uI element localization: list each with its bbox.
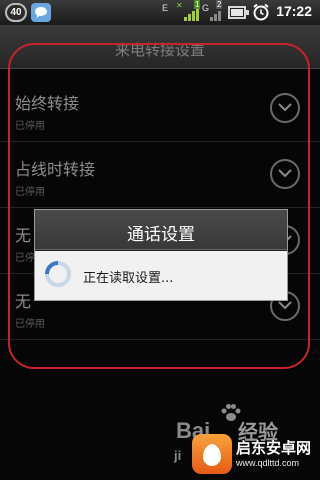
sim1-label: 1 — [194, 0, 201, 9]
chevron-down-icon[interactable] — [270, 93, 300, 123]
data-transfer-icon: ✕ — [176, 1, 183, 10]
dialog-message: 正在读取设置... — [83, 271, 174, 286]
dialog-title: 通话设置 — [127, 225, 195, 245]
network-type-2-label: G — [202, 3, 210, 13]
setting-row-busy-forward[interactable]: 占线时转接 已停用 — [0, 142, 320, 208]
title-bar: 来电转接设置 — [0, 25, 320, 69]
watermark: Bai 经验 ji 启东安卓网 www.qdlttd.com — [172, 396, 320, 480]
page-title: 来电转接设置 — [114, 41, 205, 59]
sim2-label: 2 — [216, 0, 223, 9]
clock-time: 17:22 — [276, 3, 312, 19]
watermark-url: www.qdlttd.com — [236, 458, 300, 468]
battery-icon — [228, 6, 249, 19]
setting-row-status: 已停用 — [15, 121, 45, 132]
setting-row-status: 已停用 — [15, 319, 45, 330]
setting-row-title: 无 — [15, 292, 32, 311]
setting-row-title: 无 — [15, 226, 32, 245]
watermark-brand: 启东安卓网 — [236, 439, 312, 457]
notification-count-badge[interactable]: 40 — [5, 3, 27, 22]
network-type-label: E — [162, 3, 169, 13]
chevron-down-icon[interactable] — [270, 159, 300, 189]
watermark-ji-text: ji — [174, 448, 182, 463]
setting-row-status: 已停用 — [15, 187, 45, 198]
chat-bubble-icon[interactable] — [31, 3, 51, 22]
brand-logo-icon — [192, 434, 232, 474]
loading-dialog: 通话设置 正在读取设置... — [34, 209, 288, 301]
dialog-body: 正在读取设置... — [35, 251, 287, 300]
loading-spinner-icon — [45, 261, 71, 287]
alarm-clock-icon — [253, 3, 269, 21]
status-bar: 40 E ✕ 1 G 2 17:22 — [0, 0, 320, 25]
setting-row-title: 占线时转接 — [15, 160, 96, 179]
setting-row-title: 始终转接 — [15, 94, 80, 113]
setting-row-always-forward[interactable]: 始终转接 已停用 — [0, 76, 320, 142]
dialog-header: 通话设置 — [35, 210, 287, 250]
